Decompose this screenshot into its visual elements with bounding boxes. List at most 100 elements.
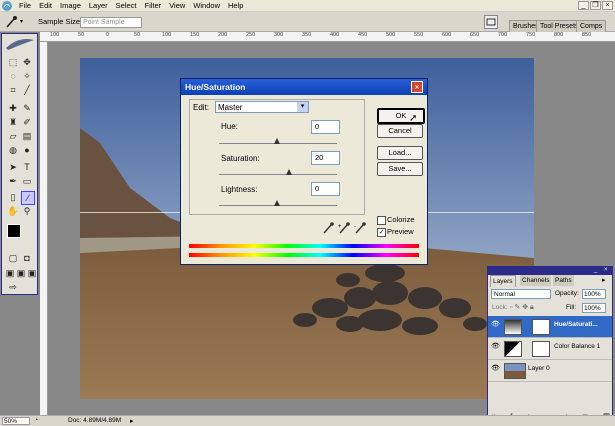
layers-panel: _ × Layers Channels Paths ▸ Normal Opaci…	[487, 266, 613, 425]
panel-menu-icon[interactable]: ▸	[602, 276, 606, 284]
standard-mode-icon[interactable]: ▢	[7, 252, 19, 264]
preview-checkbox[interactable]: ✓	[377, 228, 386, 237]
type-tool-icon[interactable]: T	[21, 161, 33, 173]
visibility-eye-icon[interactable]: 👁︎	[491, 321, 500, 328]
sample-size-label: Sample Size:	[38, 17, 83, 26]
menu-item-file[interactable]: File	[15, 0, 35, 12]
saturation-slider-thumb[interactable]	[286, 169, 292, 175]
saturation-input[interactable]: 20	[311, 151, 340, 165]
toolbox: ⬚ ✥ ◌ ✧ ⌗ ╱ ✚ ✎ ♜ ✐ ▱ ▤ ◍ ● ➤ T ✒ ▭ ▯ ⁄ …	[1, 33, 38, 295]
magic-wand-tool-icon[interactable]: ✧	[21, 70, 33, 82]
saturation-slider-track[interactable]	[219, 174, 337, 175]
tab-layers[interactable]: Layers	[490, 275, 516, 287]
marquee-tool-icon[interactable]: ⬚	[7, 56, 19, 68]
menu-item-help[interactable]: Help	[224, 0, 247, 12]
lightness-label: Lightness:	[221, 185, 258, 194]
visibility-eye-icon[interactable]: 👁︎	[491, 343, 500, 350]
quick-mask-mode-icon[interactable]: ◘	[21, 252, 33, 264]
pen-tool-icon[interactable]: ✒	[7, 175, 19, 187]
jump-to-imageready-icon[interactable]: ⇨	[7, 281, 19, 293]
options-bar: ▾ Sample Size: Point Sample Brushes Tool…	[0, 12, 615, 32]
screen-mode-full-icon[interactable]: ▣	[26, 267, 38, 279]
blur-tool-icon[interactable]: ◍	[7, 144, 19, 156]
minimize-button[interactable]: _	[578, 1, 589, 10]
gradient-tool-icon[interactable]: ▤	[21, 130, 33, 142]
opacity-input[interactable]: 100%	[582, 289, 606, 299]
ruler-tick-label: 50	[78, 32, 85, 38]
layer-mask-thumbnail[interactable]	[532, 319, 550, 335]
ruler-tick-label: 450	[358, 32, 368, 38]
colorize-label: Colorize	[387, 215, 415, 224]
close-window-button[interactable]: ×	[602, 1, 613, 10]
eyedropper-minus-icon[interactable]: -	[354, 222, 366, 234]
sample-size-select[interactable]: Point Sample	[80, 17, 142, 28]
preview-label: Preview	[387, 227, 414, 236]
well-tab-comps[interactable]: Comps	[576, 20, 607, 32]
restore-button[interactable]: ❐	[590, 1, 601, 10]
ok-button[interactable]: OK	[377, 108, 425, 124]
lock-icons[interactable]: ▫ ✎ ✥ 🔒︎	[510, 303, 534, 312]
dodge-tool-icon[interactable]: ●	[21, 144, 33, 156]
visibility-eye-icon[interactable]: 👁︎	[491, 365, 500, 372]
save-button[interactable]: Save...	[377, 162, 423, 176]
menu-item-filter[interactable]: Filter	[141, 0, 166, 12]
clone-stamp-tool-icon[interactable]: ♜	[7, 116, 19, 128]
layer-row[interactable]: 👁︎ Layer 0	[488, 360, 612, 382]
lasso-tool-icon[interactable]: ◌	[7, 70, 19, 82]
move-tool-icon[interactable]: ✥	[21, 56, 33, 68]
panel-minimize-icon[interactable]: _	[594, 267, 597, 273]
layer-thumbnail	[504, 363, 526, 379]
file-browser-icon[interactable]	[484, 15, 498, 29]
menu-item-view[interactable]: View	[165, 0, 189, 12]
menu-item-layer[interactable]: Layer	[85, 0, 112, 12]
layer-row[interactable]: 👁︎ Hue/Saturati...	[488, 316, 612, 338]
menu-item-image[interactable]: Image	[56, 0, 85, 12]
eyedropper-plus-icon[interactable]: +	[338, 222, 350, 234]
tab-channels[interactable]: Channels	[520, 275, 552, 286]
layer-mask-thumbnail[interactable]	[532, 341, 550, 357]
colorize-checkbox[interactable]	[377, 216, 386, 225]
zoom-tool-icon[interactable]: ⚲	[21, 205, 33, 217]
path-selection-tool-icon[interactable]: ➤	[7, 161, 19, 173]
tab-paths[interactable]: Paths	[553, 275, 574, 286]
status-menu-icon[interactable]: ▸	[130, 417, 134, 425]
load-button[interactable]: Load...	[377, 146, 423, 160]
cancel-button[interactable]: Cancel	[377, 124, 423, 138]
shape-tool-icon[interactable]: ▭	[21, 175, 33, 187]
fill-input[interactable]: 100%	[582, 303, 606, 313]
foreground-color-swatch[interactable]	[7, 224, 21, 238]
hand-tool-icon[interactable]: ✋	[7, 205, 19, 217]
brush-tool-icon[interactable]: ✎	[21, 102, 33, 114]
eyedropper-tool-icon[interactable]: ⁄	[21, 191, 35, 205]
notes-tool-icon[interactable]: ▯	[7, 191, 19, 203]
healing-brush-tool-icon[interactable]: ✚	[7, 102, 19, 114]
hue-slider-thumb[interactable]	[274, 138, 280, 144]
ruler-tick-label: 600	[442, 32, 452, 38]
zoom-level[interactable]: 50%	[2, 417, 30, 425]
dialog-close-button[interactable]: ×	[411, 81, 423, 93]
eyedropper-icon[interactable]	[322, 222, 334, 234]
lightness-slider-thumb[interactable]	[274, 200, 280, 206]
ruler-tick-label: 150	[190, 32, 200, 38]
tool-preset-arrow-icon[interactable]: ▾	[20, 18, 23, 25]
history-brush-tool-icon[interactable]: ✐	[21, 116, 33, 128]
chevron-down-icon[interactable]: ▾	[297, 102, 308, 112]
panel-close-icon[interactable]: ×	[604, 267, 608, 273]
menu-item-window[interactable]: Window	[189, 0, 224, 12]
ruler-tick-label: 400	[330, 32, 340, 38]
slice-tool-icon[interactable]: ╱	[21, 84, 33, 96]
eyedropper-tool-icon[interactable]	[4, 15, 18, 29]
opacity-label: Opacity:	[555, 290, 579, 297]
input-hue-bar	[189, 244, 419, 248]
crop-tool-icon[interactable]: ⌗	[7, 84, 19, 96]
lightness-input[interactable]: 0	[311, 182, 340, 196]
menu-item-edit[interactable]: Edit	[35, 0, 56, 12]
menu-item-select[interactable]: Select	[112, 0, 141, 12]
edit-channel-select[interactable]: Master ▾	[215, 101, 309, 113]
color-balance-icon	[504, 341, 522, 357]
layer-row[interactable]: 👁︎ Color Balance 1	[488, 338, 612, 360]
hue-input[interactable]: 0	[311, 120, 340, 134]
fill-label: Fill:	[566, 304, 577, 311]
eraser-tool-icon[interactable]: ▱	[7, 130, 19, 142]
blend-mode-select[interactable]: Normal	[491, 289, 551, 299]
